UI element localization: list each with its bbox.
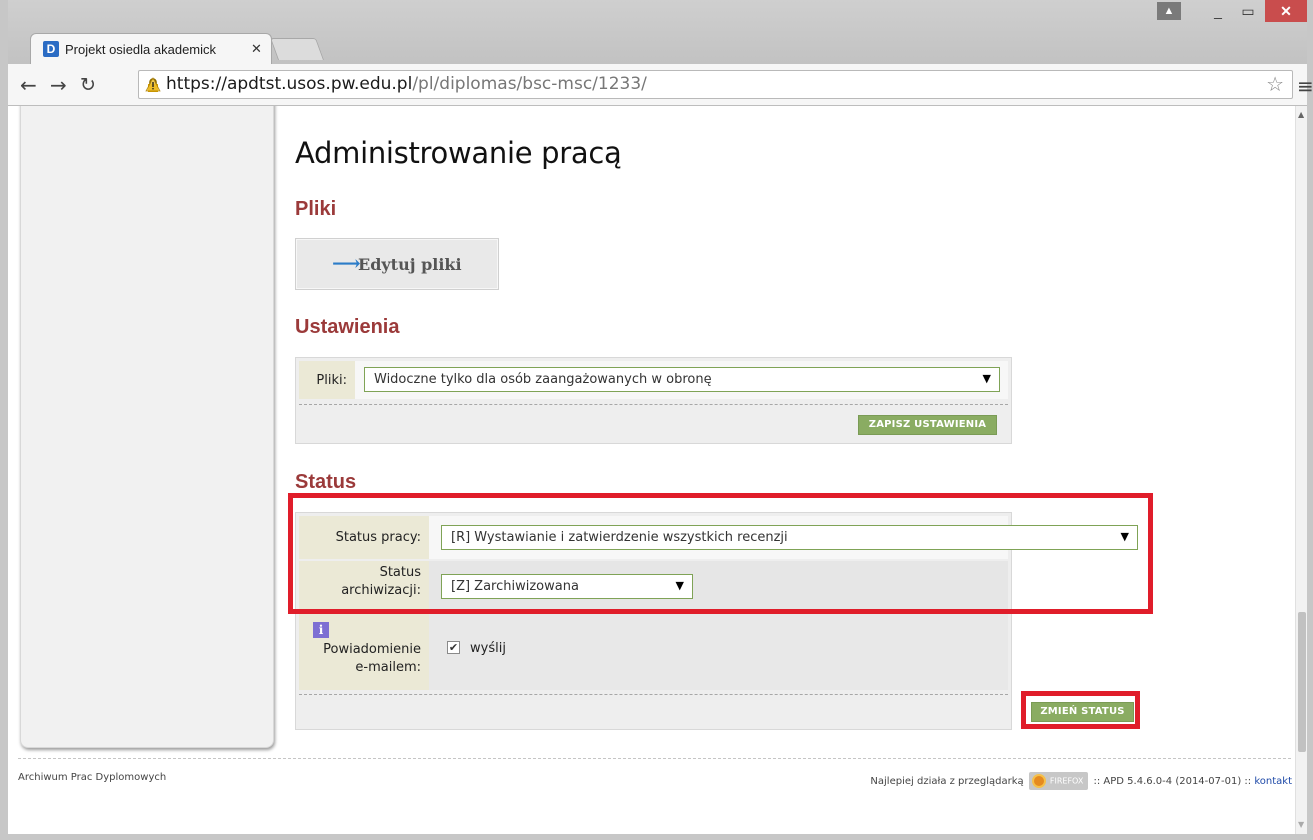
warning-lock-icon bbox=[145, 77, 161, 92]
hamburger-menu-icon[interactable]: ≡ bbox=[1297, 74, 1313, 98]
address-bar[interactable]: https://apdtst.usos.pw.edu.pl/pl/diploma… bbox=[138, 70, 1293, 99]
footer-info: Najlepiej działa z przeglądarką FIREFOX … bbox=[870, 772, 1292, 790]
highlight-status-box bbox=[288, 493, 1153, 614]
footer-version: :: APD 5.4.6.0-4 (2014-07-01) :: bbox=[1093, 776, 1252, 787]
scroll-down-icon[interactable]: ▼ bbox=[1298, 820, 1304, 829]
minimize-button[interactable]: _ bbox=[1205, 0, 1231, 22]
files-visibility-select[interactable]: Widoczne tylko dla osób zaangażowanych w… bbox=[364, 367, 1000, 392]
footer-app-name: Archiwum Prac Dyplomowych bbox=[18, 772, 167, 783]
files-visibility-label: Pliki: bbox=[316, 373, 347, 388]
send-email-label: wyślij bbox=[470, 641, 506, 656]
tab-title: Projekt osiedla akademick bbox=[65, 42, 217, 57]
window-frame-right bbox=[1307, 0, 1313, 840]
scrollbar-thumb[interactable] bbox=[1298, 612, 1306, 752]
firefox-icon bbox=[1031, 774, 1046, 788]
notification-label-line2: e-mailem: bbox=[355, 660, 421, 675]
star-icon[interactable]: ☆ bbox=[1266, 72, 1284, 96]
notification-label-line1: Powiadomienie bbox=[323, 642, 421, 657]
settings-panel: Pliki: Widoczne tylko dla osób zaangażow… bbox=[295, 357, 1012, 444]
site-favicon-icon: D bbox=[43, 41, 59, 57]
files-heading: Pliki bbox=[295, 198, 337, 220]
window-frame-bottom bbox=[0, 834, 1313, 840]
notification-field: ✔ wyślij bbox=[429, 614, 1008, 690]
url-text: https://apdtst.usos.pw.edu.pl/pl/diploma… bbox=[166, 74, 647, 94]
edit-files-button[interactable]: ⟶ Edytuj pliki bbox=[295, 238, 499, 290]
save-settings-button[interactable]: ZAPISZ USTAWIENIA bbox=[858, 415, 997, 435]
maximize-button[interactable]: ▭ bbox=[1235, 0, 1261, 22]
files-visibility-label-cell: Pliki: bbox=[299, 361, 355, 399]
status-heading: Status bbox=[295, 471, 357, 493]
vertical-scrollbar[interactable]: ▲ ▼ bbox=[1295, 106, 1307, 834]
close-window-button[interactable]: ✕ bbox=[1265, 0, 1307, 22]
page-title: Administrowanie pracą bbox=[295, 136, 622, 170]
user-icon[interactable]: ▲ bbox=[1157, 2, 1181, 20]
browser-tab[interactable]: D Projekt osiedla akademick ✕ bbox=[30, 33, 272, 64]
arrow-right-icon: ⟶ bbox=[332, 251, 361, 275]
footer-best-with: Najlepiej działa z przeglądarką bbox=[870, 776, 1024, 787]
firefox-badge[interactable]: FIREFOX bbox=[1028, 772, 1089, 790]
files-visibility-row: Pliki: Widoczne tylko dla osób zaangażow… bbox=[299, 361, 1008, 399]
notification-label-cell: i Powiadomienie e-mailem: bbox=[299, 614, 429, 690]
chevron-down-icon: ▼ bbox=[982, 372, 991, 385]
window-frame-left bbox=[0, 0, 8, 840]
tab-close-icon[interactable]: ✕ bbox=[251, 41, 262, 57]
highlight-button-box bbox=[1021, 691, 1140, 729]
reload-icon[interactable]: ↻ bbox=[80, 74, 96, 96]
browser-toolbar: ← → ↻ https://apdtst.usos.pw.edu.pl/pl/d… bbox=[8, 64, 1313, 106]
scroll-up-icon[interactable]: ▲ bbox=[1298, 110, 1304, 119]
notification-row: i Powiadomienie e-mailem: ✔ wyślij bbox=[299, 614, 1008, 690]
new-tab-button[interactable] bbox=[269, 38, 325, 60]
edit-files-label: Edytuj pliki bbox=[358, 255, 462, 274]
contact-link[interactable]: kontakt bbox=[1254, 776, 1292, 787]
send-email-checkbox[interactable]: ✔ bbox=[447, 641, 460, 654]
info-icon[interactable]: i bbox=[313, 622, 329, 638]
divider bbox=[299, 404, 1008, 405]
arrow-right-icon[interactable]: → bbox=[50, 74, 67, 96]
settings-heading: Ustawienia bbox=[295, 316, 400, 338]
page-viewport: Administrowanie pracą Pliki ⟶ Edytuj pli… bbox=[8, 106, 1307, 834]
divider bbox=[299, 694, 1008, 695]
footer-divider bbox=[18, 758, 1291, 759]
sidebar-panel bbox=[20, 106, 274, 748]
arrow-left-icon[interactable]: ← bbox=[20, 74, 37, 96]
files-visibility-field: Widoczne tylko dla osób zaangażowanych w… bbox=[355, 361, 1008, 399]
